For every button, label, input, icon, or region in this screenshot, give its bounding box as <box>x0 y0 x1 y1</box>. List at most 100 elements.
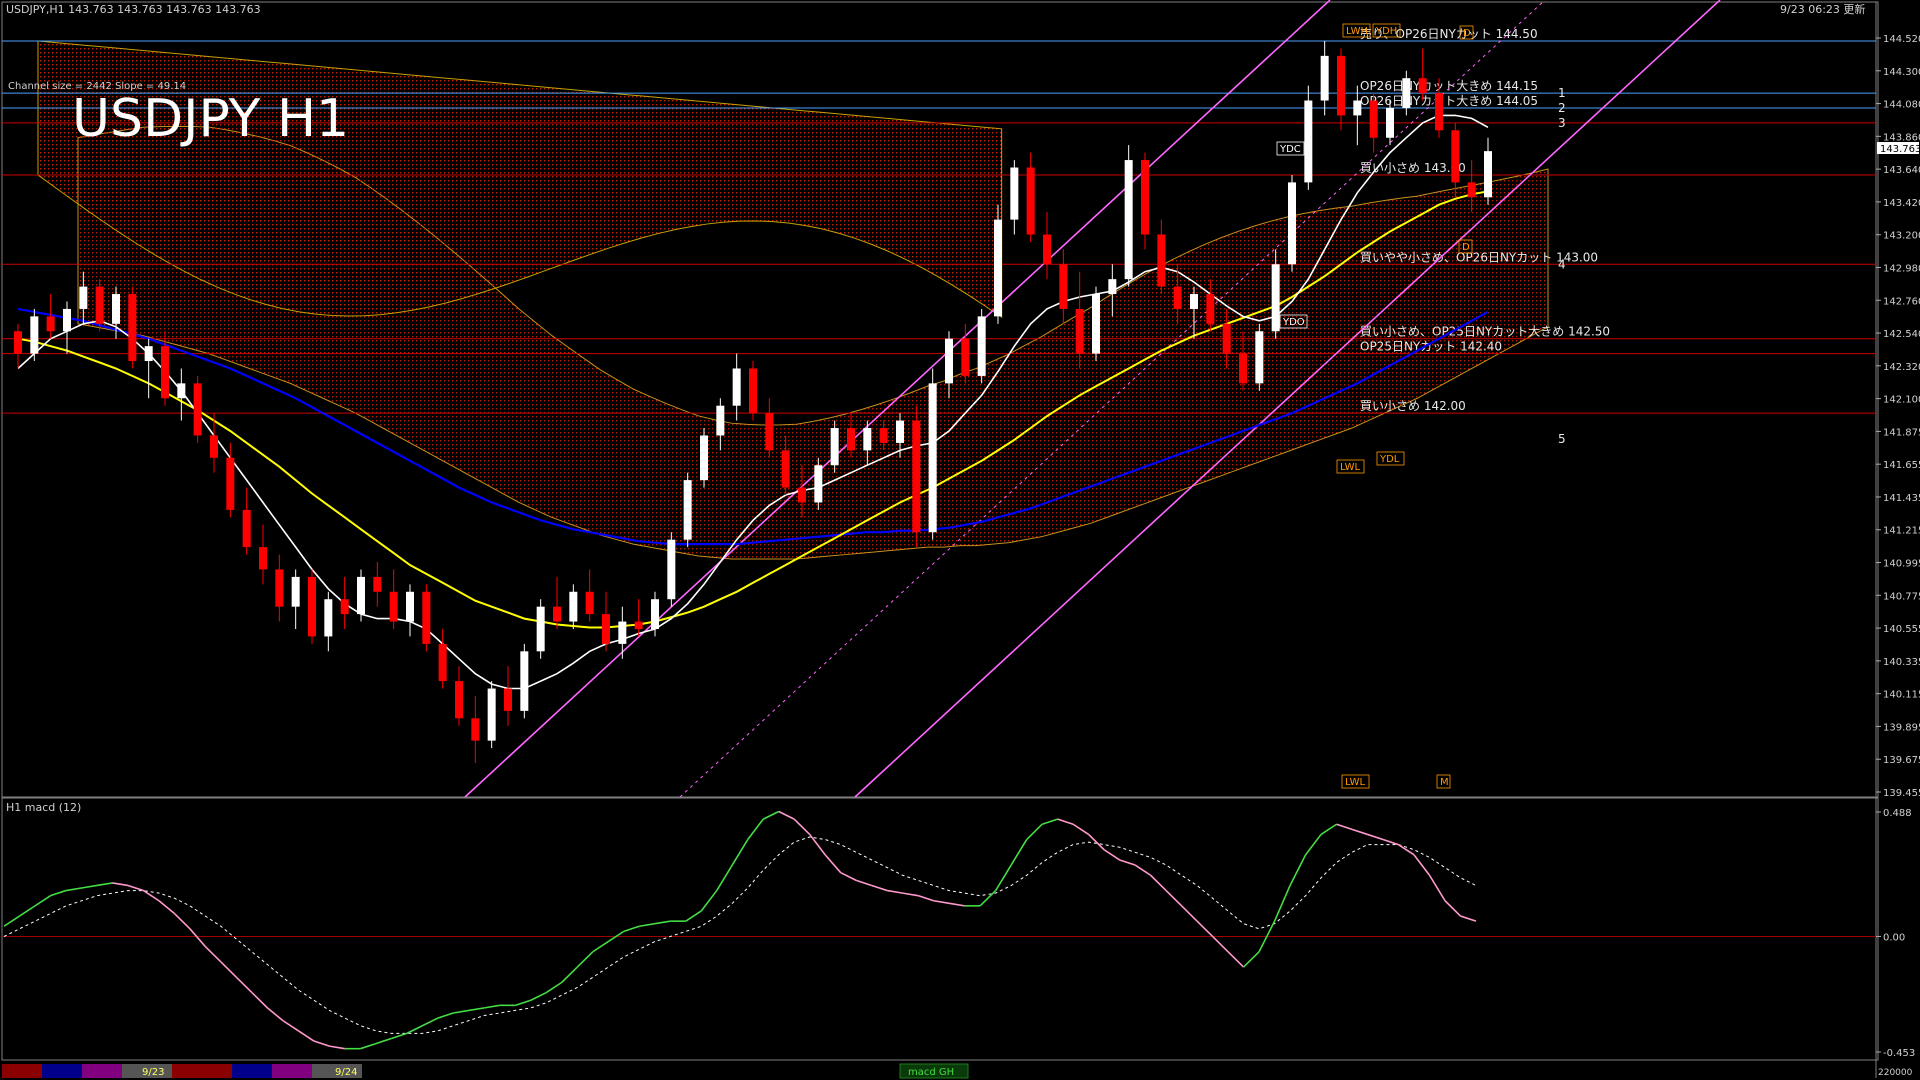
period-seg-2[interactable] <box>42 1064 82 1078</box>
macd-segment <box>360 1042 377 1050</box>
period-seg-1[interactable] <box>2 1064 42 1078</box>
trading-chart[interactable]: 売り、OP26日NYカット 144.50OP26日NYカット大きめ 144.15… <box>0 0 1920 1080</box>
macd-title: H1 macd (12) <box>6 801 81 814</box>
macd-segment <box>81 884 98 889</box>
candle-body <box>618 621 627 644</box>
macd-segment <box>1351 828 1368 836</box>
level-number: 2 <box>1558 101 1566 115</box>
candle-body <box>830 428 839 466</box>
price-tick-label: 142.320 <box>1883 362 1920 373</box>
period-seg-6[interactable] <box>232 1064 272 1078</box>
current-price-label: 143.763 <box>1880 144 1920 155</box>
price-tick-label: 141.875 <box>1883 427 1920 438</box>
period-seg-3[interactable] <box>82 1064 122 1078</box>
candle-body <box>879 428 888 443</box>
tag-label: D <box>1463 28 1471 39</box>
candle-body <box>683 480 692 540</box>
candle-body <box>357 576 365 615</box>
price-tick-label: 142.980 <box>1883 263 1920 274</box>
macd-segment <box>422 1017 439 1027</box>
candle-body <box>226 457 235 510</box>
level-number: 3 <box>1558 116 1566 130</box>
macd-segment <box>1119 859 1136 866</box>
candle-body <box>1190 294 1198 309</box>
candle-body <box>553 606 561 622</box>
candle-body <box>1304 100 1313 183</box>
candle-body <box>536 606 545 652</box>
candle-body <box>79 286 88 309</box>
candle-body <box>1124 160 1133 280</box>
macd-segment <box>855 879 872 887</box>
candle-body <box>340 599 349 615</box>
candle-body <box>520 651 529 711</box>
macd-segment <box>1041 818 1058 826</box>
macd-segment <box>762 810 780 820</box>
tag-label: LWH <box>1346 26 1368 37</box>
period-seg-7[interactable] <box>272 1064 312 1078</box>
candle-body <box>732 368 741 406</box>
macd-segment <box>917 894 934 902</box>
candle-body <box>422 591 431 644</box>
macd-segment <box>1010 839 1028 866</box>
price-tick-label: 141.435 <box>1883 493 1920 504</box>
candle-body <box>1222 323 1231 354</box>
macd-segment <box>453 1009 469 1014</box>
macd-segment <box>220 961 237 978</box>
candle-body <box>667 539 676 600</box>
macd-segment <box>1212 935 1229 953</box>
price-tick-label: 143.420 <box>1883 198 1920 209</box>
macd-tick-label: 0.488 <box>1883 808 1912 819</box>
macd-segment <box>1273 885 1291 922</box>
macd-segment <box>127 884 144 892</box>
candle-body <box>406 591 414 622</box>
price-tick-label: 141.655 <box>1883 460 1920 471</box>
candle-body <box>259 547 267 570</box>
tag-label: M <box>1440 777 1449 788</box>
macd-segment <box>994 864 1012 891</box>
macd-segment <box>576 951 594 968</box>
macd-segment <box>484 1004 500 1009</box>
price-tick-label: 140.115 <box>1883 690 1920 701</box>
price-tick-label: 140.775 <box>1883 591 1920 602</box>
candle-body <box>324 599 333 637</box>
level-label: 買い小さめ、OP25日NYカット大きめ 142.50 <box>1360 325 1610 339</box>
macd-segment <box>50 889 67 897</box>
candle-body <box>95 286 104 324</box>
macd-segment <box>824 854 842 874</box>
candle-body <box>471 718 480 741</box>
macd-segment <box>530 991 547 1001</box>
candle-body <box>438 643 447 682</box>
macd-segment <box>1150 874 1167 892</box>
candle-body <box>63 308 71 332</box>
macd-segment <box>204 946 222 963</box>
candle-body <box>308 576 316 637</box>
candle-body <box>14 331 22 354</box>
period-seg-5[interactable] <box>172 1064 232 1078</box>
candle-body <box>504 688 512 711</box>
candle-body <box>994 219 1002 317</box>
candle-body <box>46 316 55 332</box>
candle-body <box>847 428 855 451</box>
price-tick-label: 140.335 <box>1883 657 1920 668</box>
candle-body <box>602 614 610 644</box>
macd-segment <box>297 1030 315 1042</box>
candle-body <box>1092 294 1100 354</box>
candle-body <box>1402 78 1411 108</box>
macd-segment <box>1165 889 1183 907</box>
macd-segment <box>793 818 811 836</box>
macd-segment <box>1289 854 1307 886</box>
candle-body <box>291 576 300 607</box>
macd-segment <box>375 1037 392 1045</box>
macd-gh-label: macd GH <box>908 1067 954 1078</box>
macd-segment <box>173 912 191 930</box>
price-tick-label: 142.540 <box>1883 329 1920 340</box>
macd-segment <box>1243 951 1260 968</box>
macd-segment <box>1103 849 1121 861</box>
macd-segment <box>189 928 207 948</box>
macd-segment <box>3 915 20 927</box>
macd-segment <box>639 922 655 928</box>
price-tick-label: 139.675 <box>1883 755 1920 766</box>
candle-body <box>912 420 921 533</box>
candle-body <box>700 435 708 481</box>
macd-segment <box>592 940 609 953</box>
